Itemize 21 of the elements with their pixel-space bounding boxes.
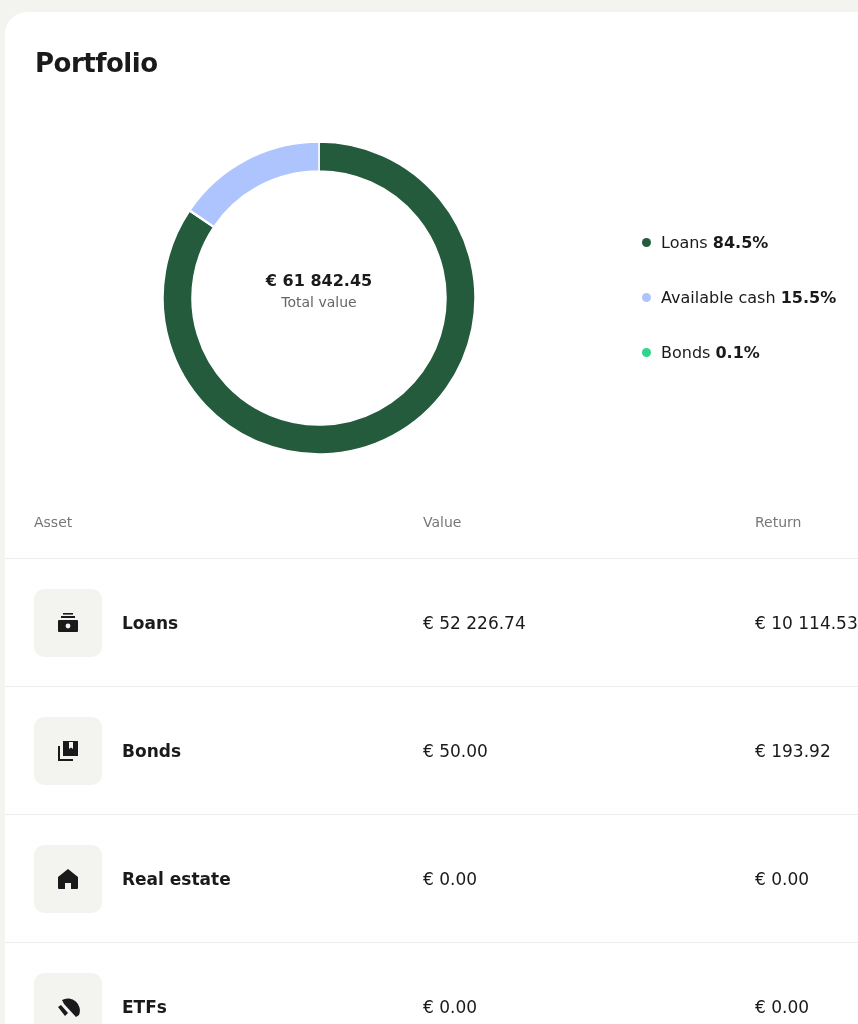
asset-value: € 52 226.74 [423, 612, 526, 633]
asset-name: Loans [122, 612, 179, 633]
asset-return: € 193.92 [755, 740, 831, 761]
asset-value: € 0.00 [423, 868, 478, 889]
column-header: Return [755, 514, 802, 530]
asset-name: ETFs [122, 996, 167, 1017]
total-value-label: Total value [281, 294, 357, 310]
legend-label: Bonds 0.1% [661, 342, 760, 362]
page-title: Portfolio [34, 47, 159, 80]
column-header: Asset [34, 514, 73, 530]
legend-label: Available cash 15.5% [661, 287, 837, 307]
asset-name: Bonds [122, 740, 182, 761]
asset-value: € 0.00 [423, 996, 478, 1017]
asset-value: € 50.00 [423, 740, 488, 761]
asset-return: € 0.00 [755, 868, 810, 889]
total-value: € 61 842.45 [265, 271, 373, 290]
legend-label: Loans 84.5% [661, 232, 769, 252]
asset-return: € 10 114.53 [755, 612, 858, 633]
asset-return: € 0.00 [755, 996, 810, 1017]
column-header: Value [423, 514, 462, 530]
asset-name: Real estate [122, 868, 231, 889]
